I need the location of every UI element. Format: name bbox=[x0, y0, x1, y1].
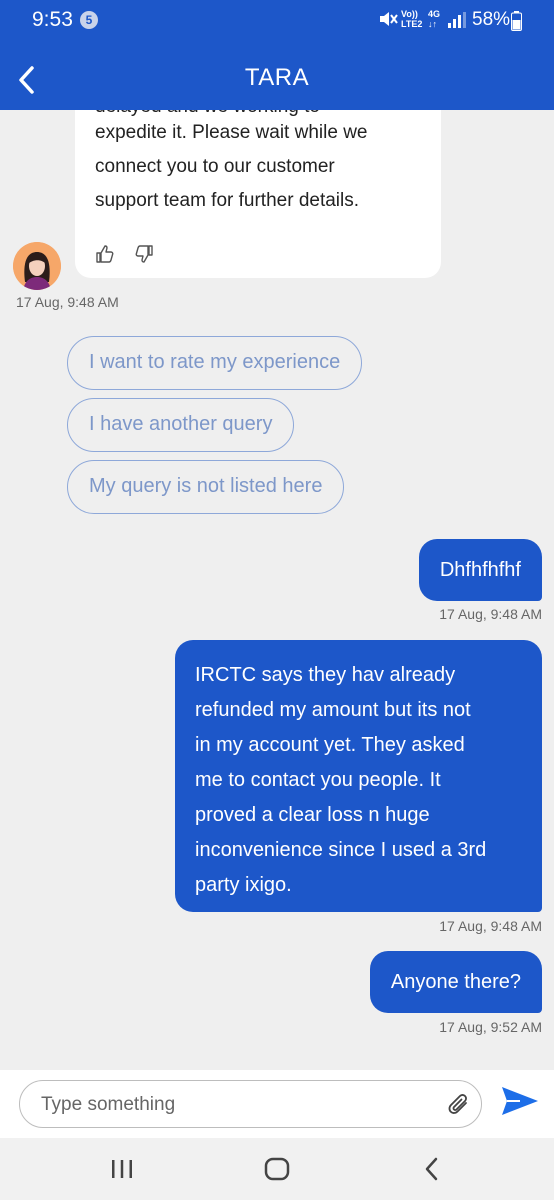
message-timestamp: 17 Aug, 9:48 AM bbox=[16, 294, 119, 310]
recent-apps-icon[interactable] bbox=[110, 1158, 134, 1180]
bot-message-line: support team for further details. bbox=[95, 190, 360, 211]
volte-indicator: Vo)) LTE2 bbox=[401, 9, 423, 29]
user-message-bubble: IRCTC says they hav already refunded my … bbox=[175, 640, 542, 912]
message-timestamp: 17 Aug, 9:48 AM bbox=[439, 606, 542, 622]
user-message-line: party ixigo. bbox=[195, 874, 292, 896]
thumbs-up-icon[interactable] bbox=[95, 244, 115, 264]
bot-message-line: expedite it. Please wait while we bbox=[95, 122, 368, 143]
message-timestamp: 17 Aug, 9:48 AM bbox=[439, 918, 542, 934]
battery-percent: 58% bbox=[472, 9, 511, 30]
home-icon[interactable] bbox=[264, 1157, 290, 1181]
thumbs-down-icon[interactable] bbox=[134, 244, 154, 264]
quick-reply-query-not-listed[interactable]: My query is not listed here bbox=[67, 460, 345, 514]
bot-message-line: connect you to our customer bbox=[95, 156, 335, 177]
send-icon[interactable] bbox=[500, 1085, 540, 1117]
message-composer: Type something bbox=[0, 1070, 554, 1138]
user-message-line: inconvenience since I used a 3rd bbox=[195, 839, 487, 861]
user-message-line: refunded my amount but its not bbox=[195, 699, 471, 721]
user-message-line: me to contact you people. It bbox=[195, 769, 441, 791]
user-message-bubble: Dhfhfhfhf bbox=[418, 539, 542, 601]
status-time: 9:53 bbox=[32, 8, 73, 31]
notification-badge: 5 bbox=[80, 11, 98, 29]
chat-title: TARA bbox=[244, 64, 310, 91]
app-bar: 9:53 5 Vo)) LTE2 4G ↓↑ 58% TARA bbox=[0, 0, 554, 110]
message-feedback bbox=[95, 242, 168, 276]
network-indicator: 4G ↓↑ bbox=[428, 9, 441, 29]
quick-reply-another-query[interactable]: I have another query bbox=[67, 398, 295, 452]
message-input[interactable]: Type something bbox=[19, 1080, 482, 1128]
chat-thread[interactable]: delayed and we working to expedite it. P… bbox=[0, 98, 554, 1070]
input-placeholder: Type something bbox=[41, 1094, 176, 1115]
user-message-bubble: Anyone there? bbox=[369, 951, 542, 1013]
back-nav-icon[interactable] bbox=[423, 1156, 441, 1182]
message-timestamp: 17 Aug, 9:52 AM bbox=[439, 1019, 542, 1035]
paperclip-icon[interactable] bbox=[446, 1092, 472, 1118]
system-nav-bar bbox=[0, 1138, 554, 1200]
signal-icon bbox=[448, 12, 466, 28]
user-message-line: proved a clear loss n huge bbox=[195, 804, 430, 826]
quick-reply-rate-experience[interactable]: I want to rate my experience bbox=[67, 336, 363, 390]
status-bar: 9:53 5 Vo)) LTE2 4G ↓↑ 58% bbox=[0, 0, 554, 40]
avatar-illustration bbox=[13, 242, 61, 290]
user-message-line: in my account yet. They asked bbox=[195, 734, 465, 756]
mute-icon bbox=[380, 12, 398, 26]
battery-icon bbox=[511, 11, 522, 31]
bot-avatar bbox=[13, 242, 61, 290]
bot-message-bubble: delayed and we working to expedite it. P… bbox=[75, 98, 441, 278]
user-message-line: IRCTC says they hav already bbox=[195, 664, 456, 686]
